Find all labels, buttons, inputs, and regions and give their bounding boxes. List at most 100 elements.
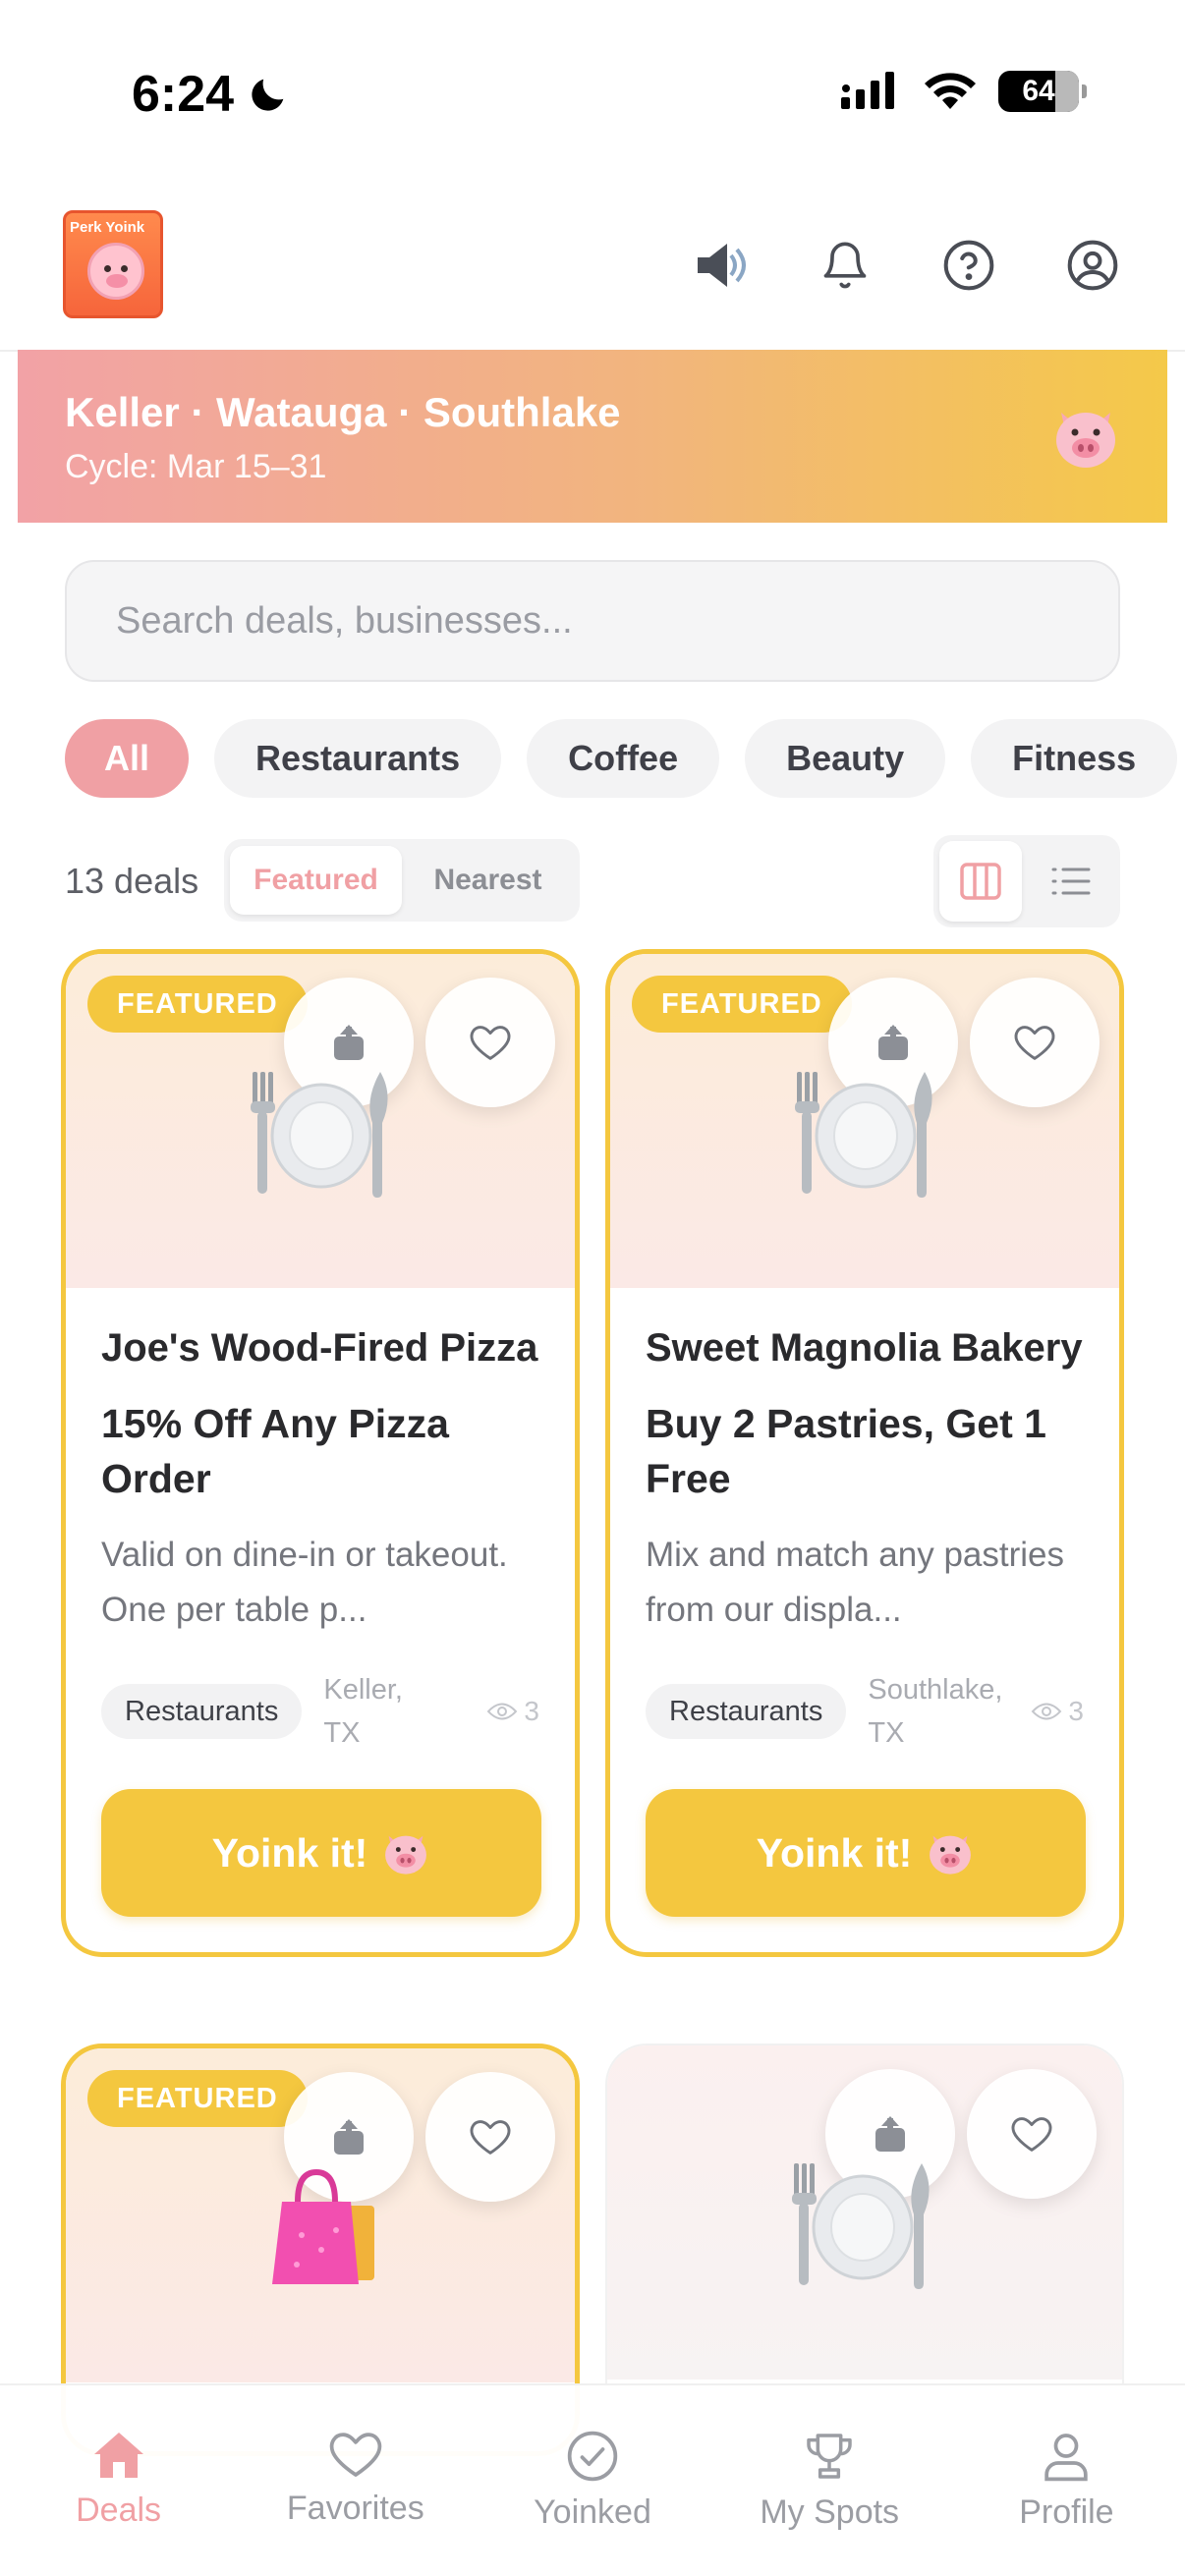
category-tag: Restaurants [101,1684,303,1739]
plate-cutlery-icon [795,1072,932,1198]
account-icon [1067,240,1118,291]
category-chip-restaurants[interactable]: Restaurants [214,719,502,798]
deal-image [607,2045,1122,2380]
bell-icon [823,242,867,289]
notifications-button[interactable] [814,234,876,297]
deal-card[interactable]: FEATURED Joe's Wood-Fired Pizza 15% Off … [61,949,580,1957]
heart-icon [1014,1026,1055,1060]
speaker-button[interactable] [690,234,753,297]
heart-icon [470,2120,511,2155]
account-button[interactable] [1061,234,1124,297]
battery-indicator: 64 [998,71,1087,112]
share-icon [878,1025,908,1060]
status-bar: 6:24 64 [0,0,1185,187]
search-input[interactable] [65,560,1120,682]
featured-badge: FEATURED [632,976,852,1033]
share-icon [875,2116,905,2152]
nav-item-favorites[interactable]: Favorites [237,2385,474,2576]
category-chip-coffee[interactable]: Coffee [527,719,720,798]
nav-item-my-spots[interactable]: My Spots [711,2385,948,2576]
help-icon [943,240,994,291]
sort-toggle: Featured Nearest [224,839,580,922]
home-icon [93,2433,143,2478]
yoink-label: Yoink it! [211,1829,368,1876]
featured-badge: FEATURED [87,2070,308,2127]
sort-nearest-button[interactable]: Nearest [402,846,574,915]
featured-badge: FEATURED [87,976,308,1033]
shopping-bags-icon [272,2168,374,2284]
favorite-button[interactable] [970,978,1100,1107]
nav-label: Deals [76,2492,162,2529]
deal-image: FEATURED [66,954,575,1288]
sort-featured-button[interactable]: Featured [230,846,402,915]
view-mode-toggle [933,835,1120,927]
yoink-button[interactable]: Yoink it! [101,1789,541,1917]
heart-icon [470,1026,511,1060]
nav-item-profile[interactable]: Profile [948,2385,1185,2576]
list-view-button[interactable] [1030,841,1112,922]
deal-meta: Restaurants Keller, TX 3 [101,1667,539,1756]
deal-image: FEATURED [66,2048,575,2382]
share-icon [334,2119,364,2155]
status-indicators: 64 [841,71,1087,112]
bottom-nav: Deals Favorites Yoinked My Spots Profile [0,2383,1185,2576]
deal-description: Valid on dine-in or takeout. One per tab… [101,1536,508,1629]
check-circle-icon [567,2431,618,2482]
region-title: Keller · Watauga · Southlake [65,389,621,435]
deal-count: 13 deals [65,861,199,901]
deal-meta: Restaurants Southlake, TX 3 [646,1667,1084,1756]
clock: 6:24 [132,65,291,124]
logo-pig-face [87,243,144,300]
battery-level: 64 [1022,75,1055,107]
app-logo[interactable]: Perk Yoink [63,210,163,318]
heart-icon [1011,2117,1052,2152]
cellular-signal-icon [841,72,894,109]
deal-description: Mix and match any pastries from our disp… [646,1536,1065,1629]
deal-image: FEATURED [610,954,1119,1288]
share-icon [334,1025,364,1060]
favorite-button[interactable] [425,2072,555,2202]
grid-icon [960,863,1001,900]
deal-location: Southlake, TX [868,1674,1003,1749]
category-chip-all[interactable]: All [65,719,190,798]
nav-item-yoinked[interactable]: Yoinked [474,2385,710,2576]
deal-location: Keller, TX [323,1674,403,1749]
category-chip-beauty[interactable]: Beauty [745,719,946,798]
pig-face-icon [385,1835,427,1875]
eye-icon [487,1703,518,1720]
heart-icon [329,2433,381,2477]
yoink-label: Yoink it! [756,1829,913,1876]
plate-cutlery-icon [792,2163,930,2289]
nav-label: Profile [1019,2493,1114,2531]
favorite-button[interactable] [425,978,555,1107]
person-icon [1044,2434,1089,2482]
trophy-icon [807,2434,852,2479]
yoink-button[interactable]: Yoink it! [646,1789,1086,1917]
nav-label: My Spots [760,2493,900,2531]
eye-icon [1032,1703,1062,1720]
business-name: Joe's Wood-Fired Pizza [101,1326,538,1370]
favorite-button[interactable] [967,2069,1097,2199]
list-icon [1051,868,1091,895]
category-chip-fitness[interactable]: Fitness [971,719,1178,798]
help-button[interactable] [937,234,1000,297]
nav-label: Favorites [286,2490,424,2527]
business-name: Sweet Magnolia Bakery [646,1326,1083,1370]
clock-time: 6:24 [132,66,235,123]
pig-face-icon [1056,413,1115,468]
nav-item-deals[interactable]: Deals [0,2385,237,2576]
deal-card[interactable]: FEATURED Sweet Magnolia Bakery Buy 2 Pas… [605,949,1124,1957]
region-banner: Keller · Watauga · Southlake Cycle: Mar … [18,350,1167,523]
plate-cutlery-icon [251,1072,388,1198]
deal-title: 15% Off Any Pizza Order [101,1401,449,1501]
pig-face-icon [930,1835,972,1875]
cycle-dates: Cycle: Mar 15–31 [65,448,327,485]
grid-view-button[interactable] [939,841,1022,922]
wifi-icon [925,73,976,109]
speaker-icon [698,244,746,287]
logo-text: Perk Yoink [70,219,145,236]
view-count: 3 [486,1696,539,1727]
app-header: Perk Yoink [0,187,1185,352]
category-tag: Restaurants [646,1684,847,1739]
view-count: 3 [1031,1696,1084,1727]
